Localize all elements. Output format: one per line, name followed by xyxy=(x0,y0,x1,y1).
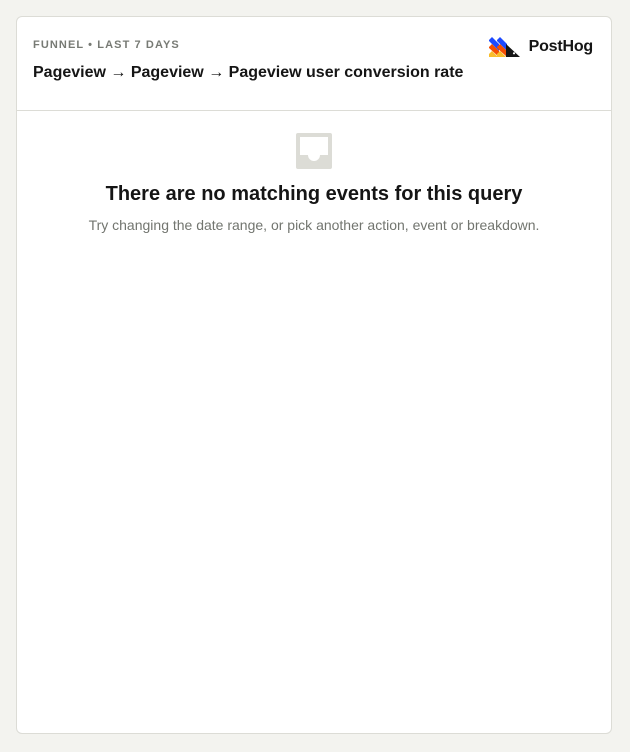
posthog-brand[interactable]: PostHog xyxy=(488,37,594,57)
insight-title: Pageview → Pageview → Pageview user conv… xyxy=(33,64,464,81)
inbox-icon xyxy=(296,133,332,169)
card-header: FUNNEL • LAST 7 DAYS Pageview → Pageview… xyxy=(17,17,611,111)
posthog-logo-icon xyxy=(488,37,520,57)
insight-card: FUNNEL • LAST 7 DAYS Pageview → Pageview… xyxy=(16,16,612,734)
empty-state-description: Try changing the date range, or pick ano… xyxy=(88,217,540,233)
empty-state: There are no matching events for this qu… xyxy=(17,133,611,233)
insight-subtitle: FUNNEL • LAST 7 DAYS xyxy=(33,39,180,51)
empty-state-title: There are no matching events for this qu… xyxy=(105,183,523,205)
brand-name: PostHog xyxy=(528,38,594,55)
